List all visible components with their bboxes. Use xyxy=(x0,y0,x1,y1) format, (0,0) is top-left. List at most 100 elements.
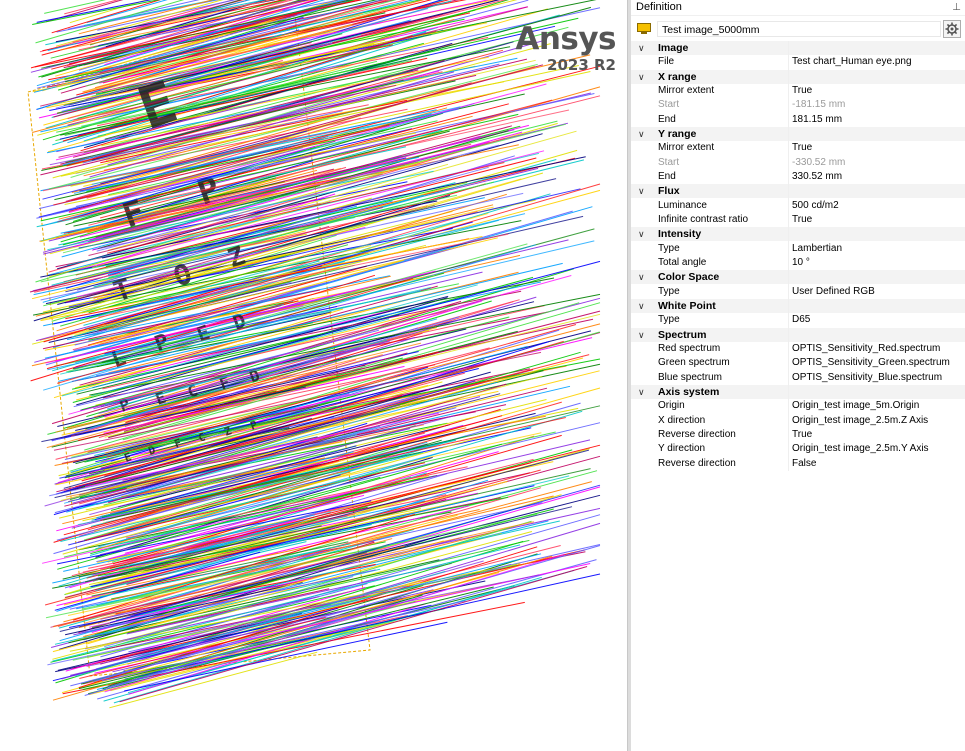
property-row[interactable]: Origin Origin_test image_5m.Origin xyxy=(631,399,965,413)
property-grid: ∨ Image File Test chart_Human eye.png ∨ X ran… xyxy=(631,41,965,751)
chevron-down-icon[interactable]: ∨ xyxy=(638,270,645,284)
panel-title: Definition xyxy=(636,1,682,13)
property-value[interactable]: Origin_test image_2.5m.Y Axis xyxy=(792,442,929,456)
property-row[interactable]: End 181.15 mm xyxy=(631,113,965,127)
property-row[interactable]: Blue spectrum OPTIS_Sensitivity_Blue.spec… xyxy=(631,371,965,385)
ansys-logo: Ansys 2023 R2 xyxy=(512,22,616,74)
property-value[interactable]: 330.52 mm xyxy=(792,170,842,184)
object-name-field[interactable]: Test image_5000mm xyxy=(657,21,941,37)
chevron-down-icon[interactable]: ∨ xyxy=(638,328,645,342)
property-name: Start xyxy=(658,156,680,168)
property-value[interactable]: OPTIS_Sensitivity_Blue.spectrum xyxy=(792,371,942,385)
property-row[interactable]: End 330.52 mm xyxy=(631,170,965,184)
chevron-down-icon[interactable]: ∨ xyxy=(638,70,645,84)
property-name: Total angle xyxy=(658,256,707,268)
property-value[interactable]: User Defined RGB xyxy=(792,285,875,299)
property-name: Green spectrum xyxy=(658,357,730,369)
chevron-down-icon[interactable]: ∨ xyxy=(638,385,645,399)
property-row[interactable]: Red spectrum OPTIS_Sensitivity_Red.spectr… xyxy=(631,342,965,356)
property-name: Reverse direction xyxy=(658,457,736,469)
property-value[interactable]: True xyxy=(792,428,812,442)
property-name: End xyxy=(658,170,676,182)
property-value[interactable]: OPTIS_Sensitivity_Green.spectrum xyxy=(792,356,950,370)
property-name: X direction xyxy=(658,414,706,426)
chevron-down-icon[interactable]: ∨ xyxy=(638,299,645,313)
settings-button[interactable] xyxy=(943,20,961,38)
property-row[interactable]: Type Lambertian xyxy=(631,242,965,256)
property-row[interactable]: Start -330.52 mm xyxy=(631,156,965,170)
property-row[interactable]: Type User Defined RGB xyxy=(631,285,965,299)
category-label: Color Space xyxy=(658,271,720,284)
property-row[interactable]: Luminance 500 cd/m2 xyxy=(631,199,965,213)
column-divider xyxy=(788,41,789,471)
property-name: Mirror extent xyxy=(658,84,715,96)
category-axis-system[interactable]: ∨ Axis system xyxy=(631,384,965,399)
chevron-down-icon[interactable]: ∨ xyxy=(638,41,645,55)
property-value: -181.15 mm xyxy=(792,99,846,111)
category-x-range[interactable]: ∨ X range xyxy=(631,69,965,84)
property-name: End xyxy=(658,113,676,125)
property-value: -330.52 mm xyxy=(792,156,846,168)
property-name: File xyxy=(658,56,675,68)
property-value[interactable]: Origin_test image_2.5m.Z Axis xyxy=(792,414,928,428)
property-row[interactable]: Green spectrum OPTIS_Sensitivity_Green.sp… xyxy=(631,356,965,370)
property-name: Type xyxy=(658,242,680,254)
panel-header: Definition ⊥ xyxy=(631,0,965,16)
property-value[interactable]: 181.15 mm xyxy=(792,113,842,127)
property-name: Y direction xyxy=(658,443,706,455)
category-label: Y range xyxy=(658,127,697,140)
property-row[interactable]: X direction Origin_test image_2.5m.Z Axis xyxy=(631,414,965,428)
property-value[interactable]: OPTIS_Sensitivity_Red.spectrum xyxy=(792,342,940,356)
property-value[interactable]: Origin_test image_5m.Origin xyxy=(792,399,919,413)
property-value[interactable]: 10 ° xyxy=(792,256,810,270)
property-row[interactable]: Start -181.15 mm xyxy=(631,98,965,112)
property-row[interactable]: File Test chart_Human eye.png xyxy=(631,55,965,69)
ray-trace-scene[interactable]: EFPTOZLPEDPECFDEDFCZP xyxy=(0,0,627,751)
property-name: Blue spectrum xyxy=(658,371,722,383)
property-name: Reverse direction xyxy=(658,428,736,440)
category-spectrum[interactable]: ∨ Spectrum xyxy=(631,327,965,342)
property-row[interactable]: Mirror extent True xyxy=(631,84,965,98)
chevron-down-icon[interactable]: ∨ xyxy=(638,227,645,241)
category-image[interactable]: ∨ Image xyxy=(631,41,965,55)
property-name: Red spectrum xyxy=(658,342,721,354)
category-intensity[interactable]: ∨ Intensity xyxy=(631,227,965,242)
property-value[interactable]: D65 xyxy=(792,313,810,327)
property-value[interactable]: False xyxy=(792,457,816,471)
category-color-space[interactable]: ∨ Color Space xyxy=(631,270,965,285)
property-value[interactable]: 500 cd/m2 xyxy=(792,199,839,213)
property-row[interactable]: Reverse direction True xyxy=(631,428,965,442)
category-flux[interactable]: ∨ Flux xyxy=(631,184,965,199)
category-label: Image xyxy=(658,42,689,54)
property-name: Mirror extent xyxy=(658,142,715,154)
property-value[interactable]: True xyxy=(792,84,812,98)
property-row[interactable]: Mirror extent True xyxy=(631,141,965,155)
property-row[interactable]: Type D65 xyxy=(631,313,965,327)
object-name-row: Test image_5000mm xyxy=(631,16,965,42)
category-label: Spectrum xyxy=(658,328,707,341)
category-white-point[interactable]: ∨ White Point xyxy=(631,298,965,313)
property-row[interactable]: Y direction Origin_test image_2.5m.Y Axis xyxy=(631,442,965,456)
category-label: Axis system xyxy=(658,385,720,398)
brand-version: 2023 R2 xyxy=(547,56,616,74)
property-row[interactable]: Infinite contrast ratio True xyxy=(631,213,965,227)
property-name: Type xyxy=(658,314,680,326)
property-name: Luminance xyxy=(658,199,707,211)
property-name: Infinite contrast ratio xyxy=(658,213,749,225)
chevron-down-icon[interactable]: ∨ xyxy=(638,127,645,141)
property-value[interactable]: True xyxy=(792,141,812,155)
property-value[interactable]: Test chart_Human eye.png xyxy=(792,55,912,69)
category-label: Flux xyxy=(658,185,680,198)
property-name: Origin xyxy=(658,400,685,412)
property-value[interactable]: Lambertian xyxy=(792,242,842,256)
brand-name: Ansys xyxy=(515,21,616,57)
3d-viewport[interactable]: EFPTOZLPEDPECFDEDFCZP Ansys 2023 R2 xyxy=(0,0,627,751)
category-y-range[interactable]: ∨ Y range xyxy=(631,126,965,141)
chevron-down-icon[interactable]: ∨ xyxy=(638,184,645,198)
property-value[interactable]: True xyxy=(792,213,812,227)
pin-icon[interactable]: ⊥ xyxy=(952,0,961,15)
property-row[interactable]: Total angle 10 ° xyxy=(631,256,965,270)
category-label: White Point xyxy=(658,299,716,312)
property-row[interactable]: Reverse direction False xyxy=(631,457,965,471)
display-source-icon xyxy=(637,23,651,34)
